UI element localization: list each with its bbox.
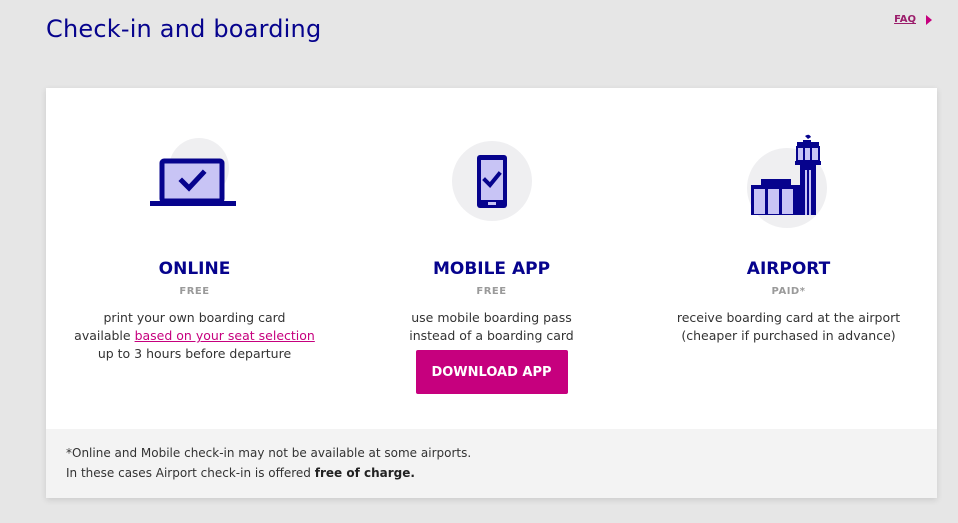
option-description: receive boarding card at the airport (ch… [640, 309, 937, 345]
option-price: PAID* [771, 286, 806, 297]
description-line: available based on your seat selection [46, 327, 343, 345]
page-title: Check-in and boarding [46, 15, 322, 43]
checkin-options: ONLINE FREE print your own boarding card… [46, 88, 937, 429]
availability-note: *Online and Mobile check-in may not be a… [46, 429, 937, 498]
description-line: receive boarding card at the airport [676, 310, 901, 325]
option-mobile-app: MOBILE APP FREE use mobile boarding pass… [343, 88, 640, 429]
laptop-check-icon [145, 133, 245, 233]
option-description: print your own boarding card available b… [46, 309, 343, 363]
note-line: *Online and Mobile check-in may not be a… [66, 446, 472, 460]
description-text: available [74, 328, 135, 343]
description-line: up to 3 hours before departure [97, 346, 292, 361]
seat-selection-link[interactable]: based on your seat selection [135, 328, 315, 343]
option-airport: AIRPORT PAID* receive boarding card at t… [640, 88, 937, 429]
mobile-check-icon [442, 133, 542, 233]
option-title: AIRPORT [746, 259, 831, 279]
option-online: ONLINE FREE print your own boarding card… [46, 88, 343, 429]
option-title: ONLINE [158, 259, 231, 279]
note-text: In these cases Airport check-in is offer… [66, 466, 315, 480]
airport-tower-icon [739, 133, 839, 233]
note-line: In these cases Airport check-in is offer… [66, 463, 917, 483]
chevron-right-icon [926, 14, 932, 25]
description-line: print your own boarding card [103, 310, 286, 325]
option-description: use mobile boarding pass instead of a bo… [343, 309, 640, 345]
option-price: FREE [179, 286, 210, 297]
checkin-options-card: ONLINE FREE print your own boarding card… [46, 88, 937, 498]
note-emphasis: free of charge. [314, 466, 415, 480]
option-title: MOBILE APP [432, 259, 551, 279]
description-line: instead of a boarding card [409, 328, 574, 343]
download-app-button[interactable]: DOWNLOAD APP [415, 350, 568, 394]
faq-link-group[interactable]: FAQ [894, 14, 932, 25]
faq-link[interactable]: FAQ [894, 14, 916, 25]
description-line: use mobile boarding pass [411, 310, 572, 325]
option-price: FREE [476, 286, 507, 297]
description-line: (cheaper if purchased in advance) [681, 328, 896, 343]
